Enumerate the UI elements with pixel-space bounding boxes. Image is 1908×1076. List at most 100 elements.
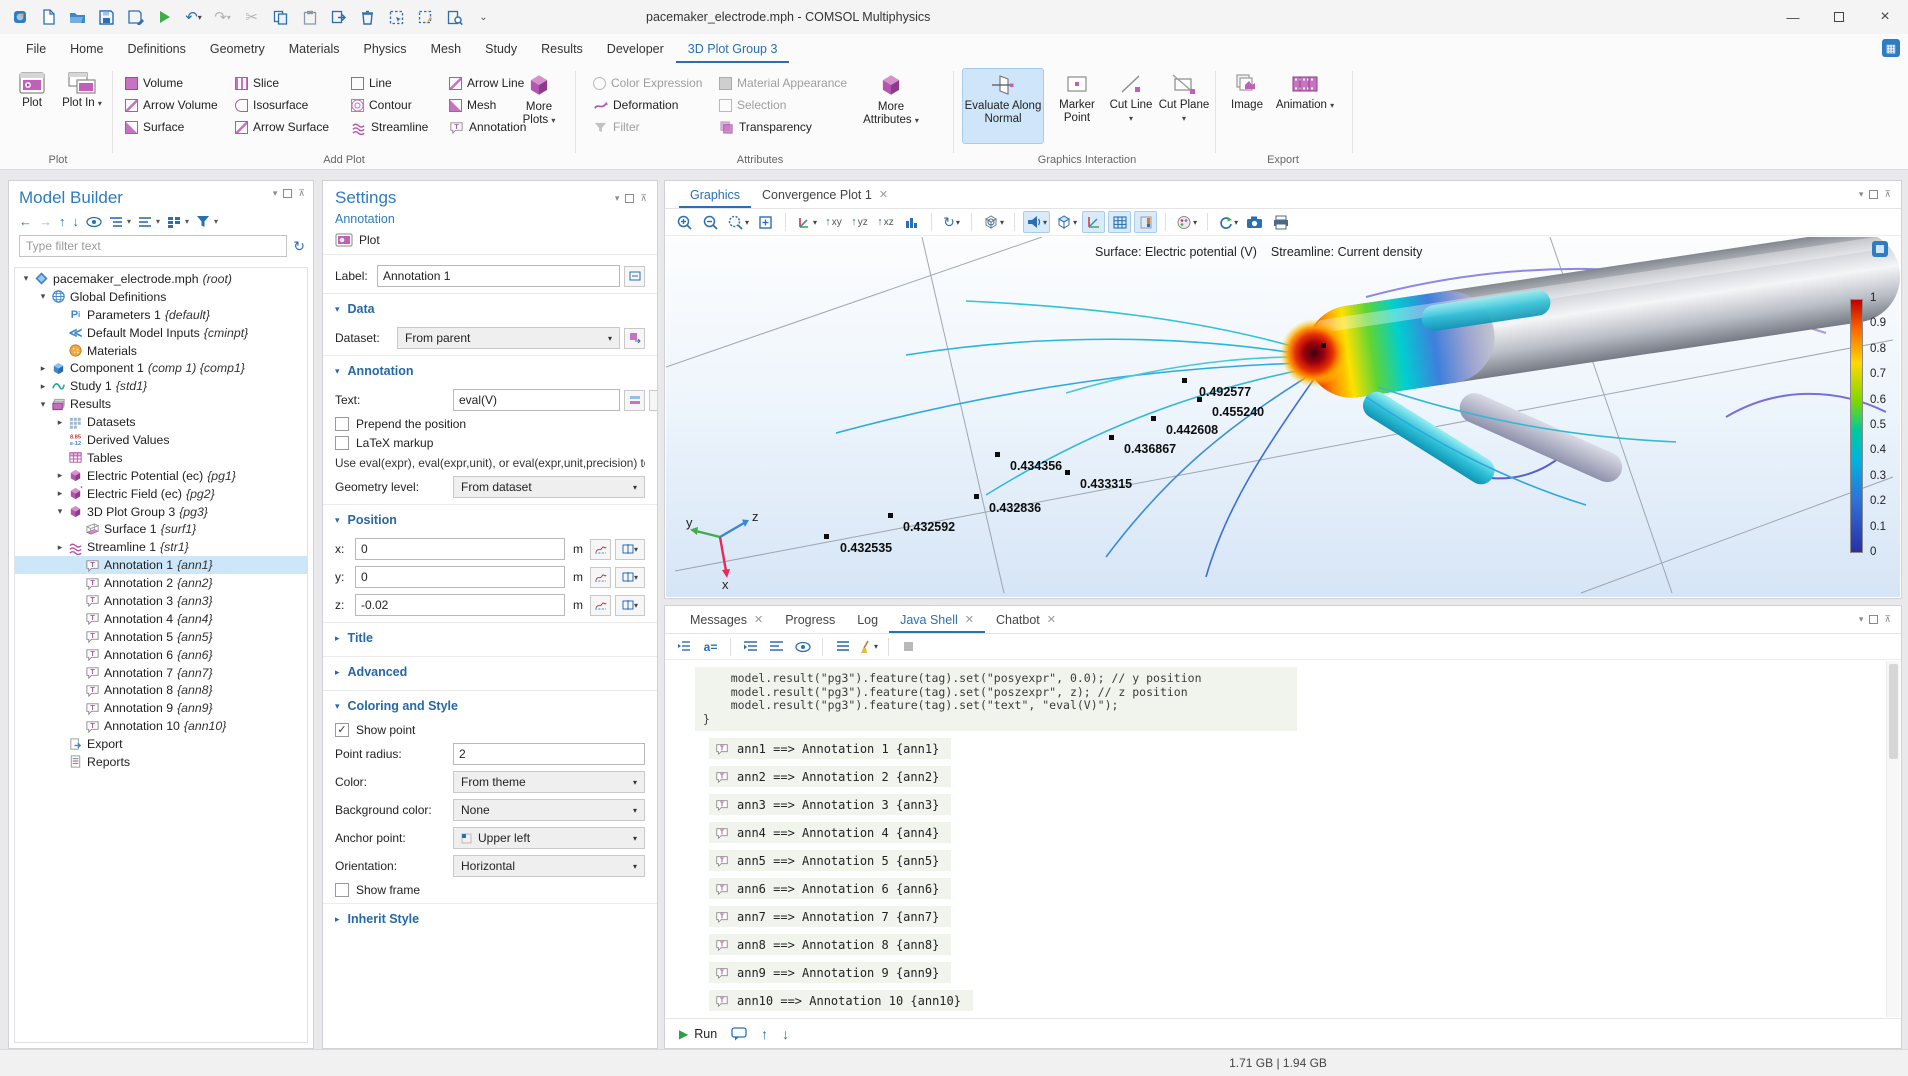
scene-bars-icon[interactable] [900, 211, 923, 233]
tree-item-annotation-9[interactable]: TAnnotation 9{ann9} [15, 699, 307, 717]
tree-item-annotation-8[interactable]: TAnnotation 8{ann8} [15, 681, 307, 699]
zoom-extents-icon[interactable] [754, 211, 777, 233]
tree-item-tables[interactable]: Tables [15, 449, 307, 467]
color-dropdown[interactable]: From theme▾ [453, 771, 645, 793]
zoom-in-icon[interactable] [673, 211, 696, 233]
y-position-input[interactable] [355, 566, 565, 588]
maximize-button[interactable] [1816, 0, 1862, 34]
zoom-selection-button[interactable] [412, 4, 439, 30]
indent-left-icon[interactable] [765, 636, 788, 658]
scene-environment-icon[interactable]: ▾ [980, 211, 1006, 233]
section-title[interactable]: ▸Title [323, 622, 657, 650]
section-coloring-and-style[interactable]: ▾Coloring and Style [323, 690, 657, 718]
tab-graphics[interactable]: Graphics [679, 181, 751, 208]
dataset-plot-icon[interactable] [624, 328, 645, 349]
tab-chatbot[interactable]: Chatbot✕ [985, 606, 1067, 633]
tree-item-annotation-2[interactable]: TAnnotation 2{ann2} [15, 574, 307, 592]
minimize-button[interactable]: — [1770, 0, 1816, 34]
model-tree-nodes-icon[interactable] [167, 216, 181, 228]
annotation-label-input[interactable] [377, 265, 620, 287]
export-image-button[interactable]: Image [1224, 68, 1270, 144]
panel-chevron-icon[interactable]: ▾ [615, 193, 620, 204]
view-xz-icon[interactable]: ↑xz [874, 211, 897, 233]
unit-menu-icon[interactable]: ▾ [615, 539, 645, 560]
run-play-icon[interactable]: ▶ [679, 1027, 688, 1041]
scrollbar[interactable] [1886, 661, 1900, 1017]
snapshot-camera-icon[interactable] [1243, 211, 1266, 233]
export-animation-button[interactable]: Animation ▾ [1274, 68, 1336, 144]
menu-tab-home[interactable]: Home [58, 34, 115, 63]
tree-item-electric-potential[interactable]: ▸Electric Potential (ec){pg1} [15, 467, 307, 485]
plot-button[interactable]: Plot [10, 68, 54, 144]
close-icon[interactable]: ✕ [754, 613, 763, 626]
show-point-checkbox[interactable]: ✓Show point [335, 723, 645, 737]
cut-line-button[interactable]: Cut Line ▾ [1108, 68, 1154, 144]
windows-layout-icon[interactable]: ▦ [1882, 39, 1900, 57]
tree-item-reports[interactable]: Reports [15, 753, 307, 771]
geometry-level-dropdown[interactable]: From dataset▾ [453, 476, 645, 498]
section-annotation[interactable]: ▾Annotation [323, 355, 657, 383]
speaker-icon[interactable]: ▾ [1023, 211, 1050, 233]
section-data[interactable]: ▾Data [323, 293, 657, 321]
search-document-button[interactable] [441, 4, 468, 30]
expression-insert-icon[interactable] [624, 390, 645, 411]
show-grid-icon[interactable] [1108, 211, 1131, 233]
tree-item-root[interactable]: ▾pacemaker_electrode.mph(root) [15, 270, 307, 288]
cut-plane-button[interactable]: Cut Plane ▾ [1158, 68, 1210, 144]
floating-tool-icon[interactable] [1872, 241, 1888, 257]
material-appearance-button[interactable]: Material Appearance [716, 72, 850, 94]
collapse-tree-icon[interactable] [138, 216, 152, 228]
menu-tab-physics[interactable]: Physics [351, 34, 418, 63]
marker-point-button[interactable]: Marker Point [1050, 68, 1104, 144]
tree-item-materials[interactable]: Materials [15, 342, 307, 360]
tree-item-streamline-1[interactable]: ▸Streamline 1{str1} [15, 538, 307, 556]
show-axes-icon[interactable] [1082, 211, 1105, 233]
filter-button[interactable]: Filter [590, 116, 643, 138]
panel-float-icon[interactable] [283, 189, 292, 198]
select-box-button[interactable] [383, 4, 410, 30]
panel-float-icon[interactable] [1869, 190, 1878, 199]
more-attributes-button[interactable]: More Attributes ▾ [858, 68, 924, 144]
menu-tab-file[interactable]: File [14, 34, 58, 63]
undo-button[interactable]: ↶▾ [180, 4, 207, 30]
menu-tab-materials[interactable]: Materials [277, 34, 352, 63]
settings-plot-button[interactable]: Plot [335, 233, 647, 247]
anchor-point-dropdown[interactable]: Upper left▾ [453, 827, 645, 849]
panel-pin-icon[interactable]: ⊼ [640, 193, 647, 204]
copy-button[interactable] [267, 4, 294, 30]
transparency-box-icon[interactable]: ▾ [1053, 211, 1079, 233]
tab-log[interactable]: Log [846, 606, 889, 633]
menu-tab-geometry[interactable]: Geometry [198, 34, 277, 63]
toolbar-overflow-button[interactable]: ⌄ [470, 4, 497, 30]
stop-icon[interactable] [897, 636, 920, 658]
close-button[interactable]: × [1862, 0, 1908, 34]
open-file-button[interactable] [64, 4, 91, 30]
menu-tab-3d-plot-group-3[interactable]: 3D Plot Group 3 [676, 34, 790, 63]
z-position-input[interactable] [355, 594, 565, 616]
expand-tree-icon[interactable] [109, 216, 123, 228]
panel-chevron-icon[interactable]: ▾ [273, 188, 278, 199]
tab-messages[interactable]: Messages✕ [679, 606, 774, 633]
history-up-icon[interactable]: ↑ [761, 1026, 768, 1042]
close-icon[interactable]: ✕ [965, 613, 974, 626]
new-file-button[interactable] [35, 4, 62, 30]
tree-filter-input[interactable] [19, 235, 287, 257]
run-label[interactable]: Run [694, 1027, 717, 1041]
section-advanced[interactable]: ▸Advanced [323, 656, 657, 684]
tab-progress[interactable]: Progress [774, 606, 846, 633]
shell-output[interactable]: model.result("pg3").feature(tag).set("po… [665, 661, 1886, 1017]
orientation-dropdown[interactable]: Horizontal▾ [453, 855, 645, 877]
expression-menu-icon[interactable]: ▾ [649, 390, 658, 411]
panel-chevron-icon[interactable]: ▾ [1859, 614, 1864, 625]
tree-item-global-definitions[interactable]: ▾Global Definitions [15, 288, 307, 306]
forward-arrow-icon[interactable]: → [39, 214, 52, 229]
add-volume-button[interactable]: Volume [122, 72, 186, 94]
tree-item-3d-plot-group-3[interactable]: ▾3D Plot Group 3{pg3} [15, 503, 307, 521]
menu-tab-mesh[interactable]: Mesh [419, 34, 474, 63]
panel-pin-icon[interactable]: ⊼ [1884, 189, 1891, 200]
tab-convergence-plot-1[interactable]: Convergence Plot 1✕ [751, 181, 899, 208]
color-theme-icon[interactable]: ▾ [1174, 211, 1199, 233]
menu-tab-results[interactable]: Results [529, 34, 595, 63]
save-button[interactable] [93, 4, 120, 30]
menu-tab-study[interactable]: Study [473, 34, 529, 63]
